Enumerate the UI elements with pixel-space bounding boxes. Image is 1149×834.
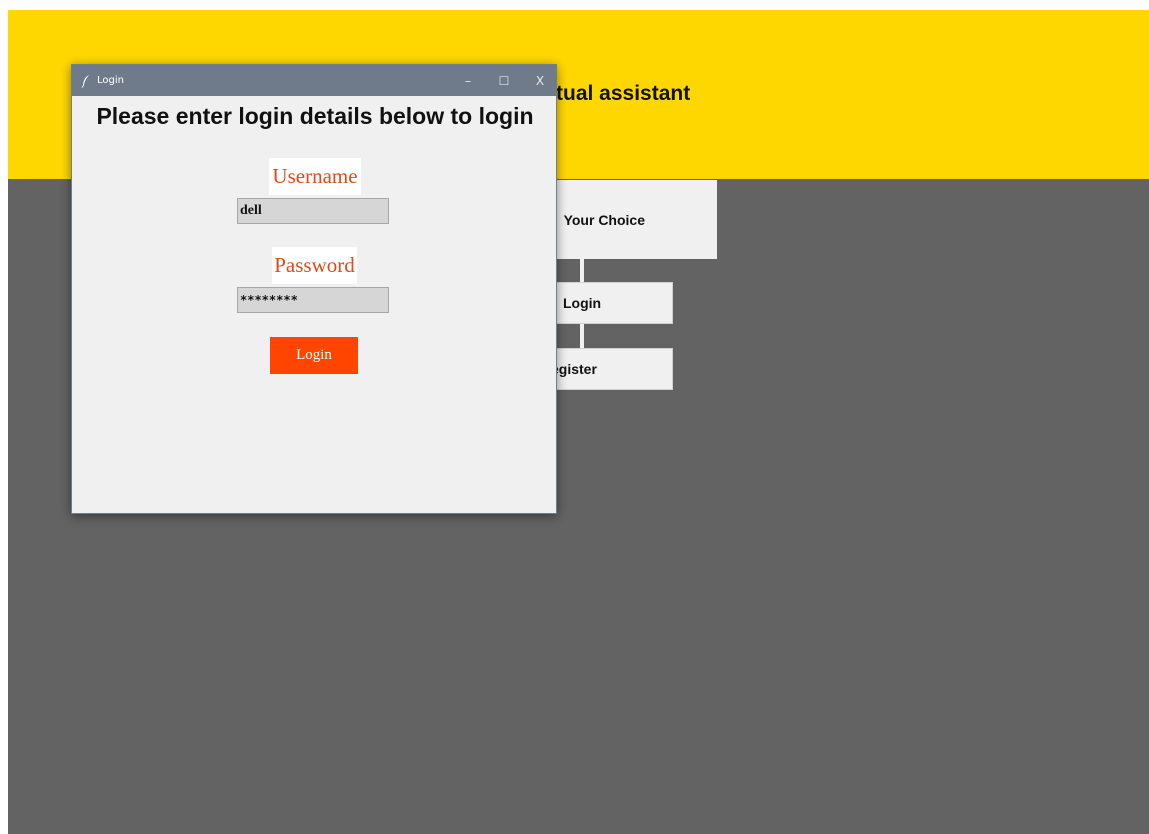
close-button[interactable]: X [522,65,558,96]
maximize-button[interactable]: ☐ [486,65,522,96]
password-field[interactable] [237,287,389,313]
connector-line [580,324,584,348]
username-field[interactable] [237,198,389,224]
feather-icon [80,74,92,88]
desktop-screen: tual assistant Your Choice Login egister… [8,10,1149,834]
connector-line [580,259,584,282]
background-app-title: tual assistant [556,82,691,105]
login-dialog: Login – ☐ X Please enter login details b… [71,64,557,514]
minimize-button[interactable]: – [450,65,486,96]
login-button[interactable]: Login [270,337,358,374]
your-choice-label: Your Choice [563,211,645,228]
password-label: Password [272,247,357,284]
username-label: Username [269,158,361,195]
dialog-heading: Please enter login details below to logi… [96,103,534,129]
dialog-titlebar[interactable]: Login – ☐ X [72,65,556,96]
dialog-title: Login [97,75,124,86]
